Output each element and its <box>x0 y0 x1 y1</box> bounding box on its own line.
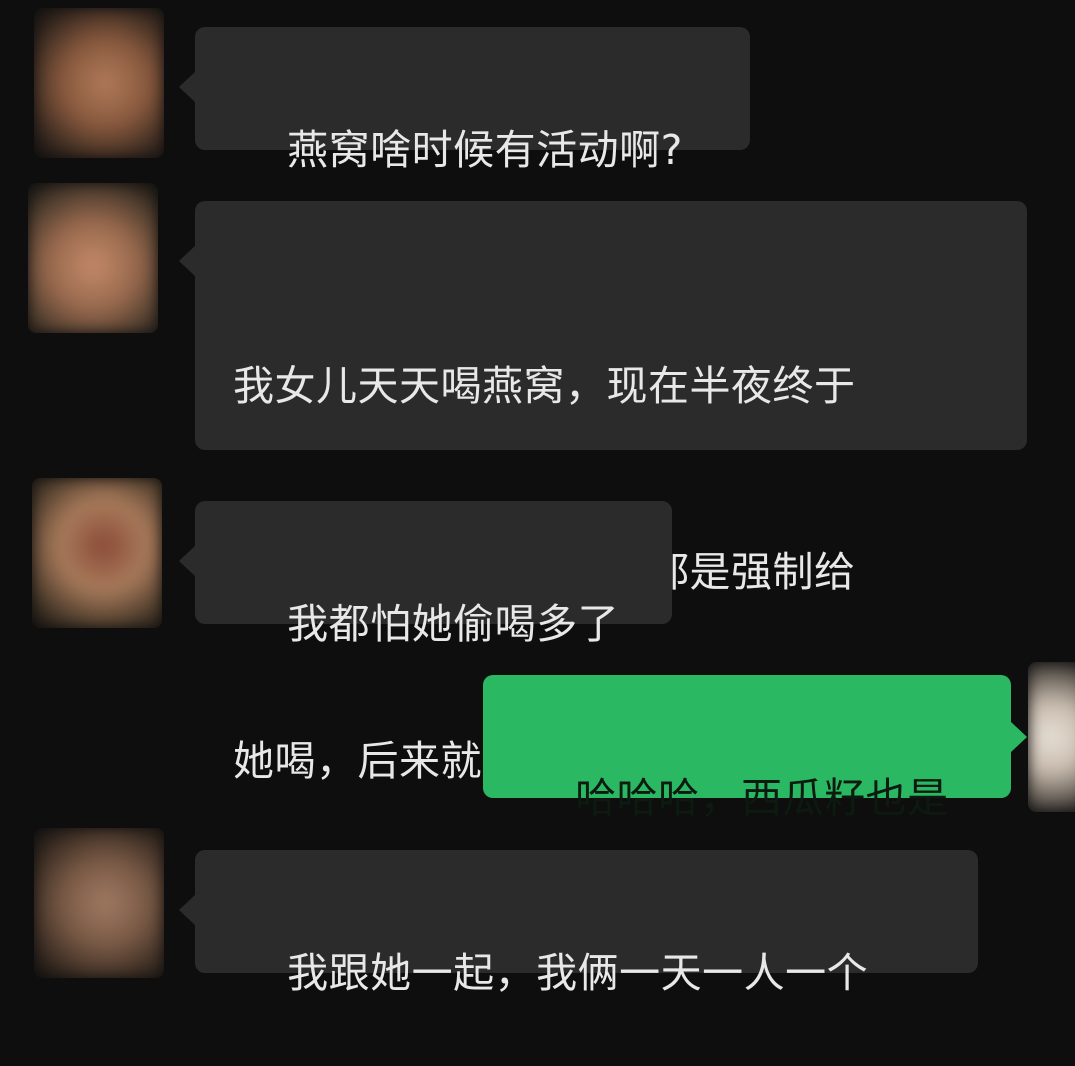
message-text: 我都怕她偷喝多了 <box>287 600 620 648</box>
message-bubble-outgoing[interactable]: 哈哈哈，西瓜籽也是 <box>483 675 1027 822</box>
sender-avatar[interactable] <box>28 183 158 333</box>
message-text: 燕窝啥时候有活动啊? <box>287 126 683 174</box>
message-text: 哈哈哈，西瓜籽也是 <box>575 774 949 822</box>
my-avatar[interactable] <box>1028 662 1075 812</box>
message-bubble[interactable]: 我女儿天天喝燕窝，现在半夜终于 不咳嗽了，开始每天我都是强制给 她喝，后来就是她… <box>179 201 1027 785</box>
message-bubble[interactable]: 我都怕她偷喝多了 <box>179 501 672 648</box>
sender-avatar[interactable] <box>34 8 164 158</box>
message-bubble[interactable]: 我跟她一起，我俩一天一人一个 <box>179 850 978 997</box>
message-text-line: 我女儿天天喝燕窝，现在半夜终于 <box>233 362 856 410</box>
message-text: 我跟她一起，我俩一天一人一个 <box>287 949 869 997</box>
message-bubble[interactable]: 燕窝啥时候有活动啊? <box>179 27 750 174</box>
sender-avatar[interactable] <box>34 828 164 978</box>
sender-avatar[interactable] <box>32 478 162 628</box>
chat-conversation: 燕窝啥时候有活动啊? 我女儿天天喝燕窝，现在半夜终于 不咳嗽了，开始每天我都是强… <box>0 0 1075 1006</box>
